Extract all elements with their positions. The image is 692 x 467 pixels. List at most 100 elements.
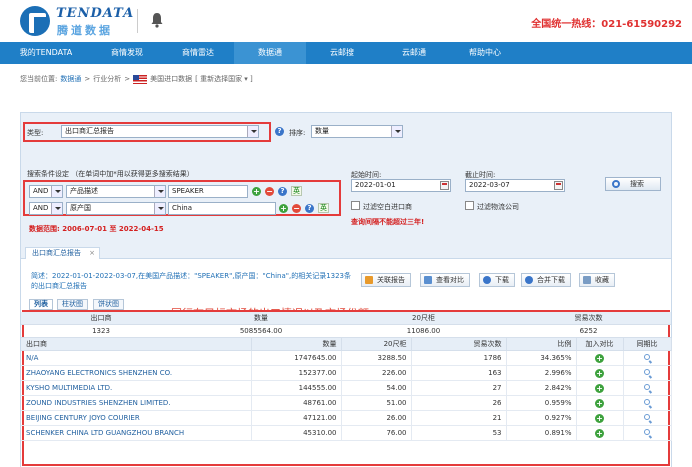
exporter-name-link[interactable]: ZOUND INDUSTRIES SHENZHEN LIMITED. bbox=[21, 395, 252, 411]
logic-value: AND bbox=[33, 187, 49, 195]
chevron-down-icon bbox=[391, 126, 402, 137]
breadcrumb-prefix: 您当前位置: bbox=[20, 75, 58, 83]
totals-header: 20尺柜 bbox=[341, 312, 506, 325]
report-type-select[interactable]: 出口商汇总报告 bbox=[61, 125, 259, 138]
magnifier-icon[interactable] bbox=[644, 414, 650, 420]
magnifier-icon[interactable] bbox=[644, 429, 650, 435]
related-report-button[interactable]: 关联报告 bbox=[361, 273, 411, 287]
exporter-name-link[interactable]: N/A bbox=[21, 350, 252, 366]
magnifier-icon[interactable] bbox=[644, 369, 650, 375]
report-body: 简述：2022-01-01-2022-03-07,在美国产品描述："SPEAKE… bbox=[21, 259, 672, 467]
quantity-cell: 45310.00 bbox=[251, 425, 342, 441]
tab-pie-chart[interactable]: 饼状图 bbox=[93, 299, 124, 310]
nav-item-radar[interactable]: 商情雷达 bbox=[162, 42, 234, 64]
totals-cell: 6252 bbox=[506, 324, 671, 338]
tab-bar-chart[interactable]: 柱状图 bbox=[57, 299, 88, 310]
logic-select-2[interactable]: AND bbox=[29, 202, 63, 215]
sort-select[interactable]: 数量 bbox=[311, 125, 403, 138]
add-compare-icon[interactable]: + bbox=[595, 383, 604, 393]
add-compare-icon[interactable]: + bbox=[595, 398, 604, 408]
download-button[interactable]: 下载 bbox=[479, 273, 515, 287]
close-icon[interactable]: × bbox=[89, 248, 95, 259]
remove-row-icon[interactable]: − bbox=[265, 187, 274, 196]
help-icon[interactable]: ? bbox=[275, 127, 284, 136]
condition-label: 搜索条件设定 （在单词中加*用以获得更多搜索结果） bbox=[27, 170, 194, 178]
ratio-cell: 0.959% bbox=[506, 395, 577, 411]
add-compare-icon[interactable]: + bbox=[595, 413, 604, 423]
btn-label: 收藏 bbox=[595, 276, 609, 284]
brand-name-cn[interactable]: 腾道数据 bbox=[57, 22, 113, 38]
column-header[interactable]: 20尺柜 bbox=[341, 337, 412, 351]
magnifier-icon[interactable] bbox=[644, 384, 650, 390]
nav-item-discovery[interactable]: 商情发现 bbox=[92, 42, 162, 64]
tab-list[interactable]: 列表 bbox=[29, 299, 53, 310]
filter-logistics-checkbox[interactable] bbox=[465, 201, 474, 210]
lang-toggle-button[interactable]: 英 bbox=[291, 186, 302, 196]
lang-toggle-button[interactable]: 英 bbox=[318, 203, 329, 213]
exporter-name-link[interactable]: BEIJING CENTURY JOYO COURIER bbox=[21, 410, 252, 426]
tab-label: 出口商汇总报告 bbox=[32, 249, 81, 257]
favorite-button[interactable]: 收藏 bbox=[579, 273, 615, 287]
search-button[interactable]: 搜索 bbox=[605, 177, 661, 191]
column-header[interactable]: 出口商 bbox=[21, 337, 252, 351]
field-select-1[interactable]: 产品描述 bbox=[66, 185, 166, 198]
exporter-name-link[interactable]: KYSHO MULTIMEDIA LTD. bbox=[21, 380, 252, 396]
add-compare-icon[interactable]: + bbox=[595, 428, 604, 438]
keyword-input-1[interactable]: SPEAKER bbox=[168, 185, 248, 198]
nav-item-mail-search[interactable]: 云邮搜 bbox=[306, 42, 378, 64]
keyword-input-2[interactable]: China bbox=[168, 202, 276, 215]
tab-exporter-summary[interactable]: 出口商汇总报告 × bbox=[25, 247, 100, 259]
exporter-name-link[interactable]: ZHAOYANG ELECTRONICS SHENZHEN CO. bbox=[21, 365, 252, 381]
tendata-logo-icon[interactable] bbox=[20, 6, 50, 36]
nav-item-mail[interactable]: 云邮通 bbox=[378, 42, 450, 64]
column-header[interactable]: 贸易次数 bbox=[411, 337, 507, 351]
period-compare-cell bbox=[623, 350, 672, 366]
compare-button[interactable]: 查看对比 bbox=[420, 273, 470, 287]
breadcrumb-item-data[interactable]: 数据通 bbox=[60, 74, 81, 84]
exporter-name-link[interactable]: SCHENKER CHINA LTD GUANGZHOU BRANCH bbox=[21, 425, 252, 441]
merge-download-button[interactable]: 合并下载 bbox=[521, 273, 571, 287]
interval-warning: 查询间隔不能超过三年! bbox=[351, 218, 425, 226]
report-summary: 简述：2022-01-01-2022-03-07,在美国产品描述："SPEAKE… bbox=[31, 272, 352, 290]
teu-cell: 76.00 bbox=[341, 425, 412, 441]
filter-empty-importer-checkbox[interactable] bbox=[351, 201, 360, 210]
nav-item-help[interactable]: 帮助中心 bbox=[450, 42, 520, 64]
add-row-icon[interactable]: + bbox=[252, 187, 261, 196]
add-row-icon[interactable]: + bbox=[279, 204, 288, 213]
breadcrumb-item-industry: 行业分析 bbox=[93, 75, 122, 83]
totals-cell: 1323 bbox=[21, 324, 181, 338]
end-date-input[interactable]: 2022-03-07 bbox=[465, 179, 565, 192]
data-range-text: 数据范围: 2006-07-01 至 2022-04-15 bbox=[29, 225, 164, 233]
start-date-input[interactable]: 2022-01-01 bbox=[351, 179, 451, 192]
add-compare-icon[interactable]: + bbox=[595, 353, 604, 363]
logic-select-1[interactable]: AND bbox=[29, 185, 63, 198]
reselect-country-link[interactable]: [ 重新选择国家 ▾ ] bbox=[195, 74, 253, 84]
bell-icon[interactable] bbox=[150, 12, 164, 28]
totals-table: 出口商 数量 20尺柜 贸易次数 1323 5085564.00 11086.0… bbox=[21, 312, 671, 338]
quantity-cell: 152377.00 bbox=[251, 365, 342, 381]
brand-name-en[interactable]: TENDATA bbox=[56, 6, 134, 21]
help-icon[interactable]: ? bbox=[305, 204, 314, 213]
magnifier-icon[interactable] bbox=[644, 354, 650, 360]
header-divider bbox=[137, 9, 138, 33]
totals-header: 数量 bbox=[181, 312, 341, 325]
compare-icon bbox=[424, 276, 432, 284]
table-row: ZHAOYANG ELECTRONICS SHENZHEN CO. 152377.… bbox=[21, 365, 672, 381]
field-select-2[interactable]: 原产国 bbox=[66, 202, 166, 215]
teu-cell: 51.00 bbox=[341, 395, 412, 411]
breadcrumb-separator: > bbox=[84, 75, 91, 83]
remove-row-icon[interactable]: − bbox=[292, 204, 301, 213]
column-header[interactable]: 数量 bbox=[251, 337, 342, 351]
chevron-down-icon bbox=[51, 203, 62, 214]
column-header[interactable]: 比例 bbox=[506, 337, 577, 351]
calendar-icon[interactable] bbox=[554, 181, 563, 190]
period-compare-cell bbox=[623, 365, 672, 381]
nav-item-my-tendata[interactable]: 我的TENDATA bbox=[0, 42, 92, 64]
calendar-icon[interactable] bbox=[440, 181, 449, 190]
add-compare-cell: + bbox=[576, 365, 624, 381]
nav-item-data[interactable]: 数据通 bbox=[234, 42, 306, 64]
report-type-value: 出口商汇总报告 bbox=[65, 127, 114, 135]
magnifier-icon[interactable] bbox=[644, 399, 650, 405]
add-compare-icon[interactable]: + bbox=[595, 368, 604, 378]
help-icon[interactable]: ? bbox=[278, 187, 287, 196]
